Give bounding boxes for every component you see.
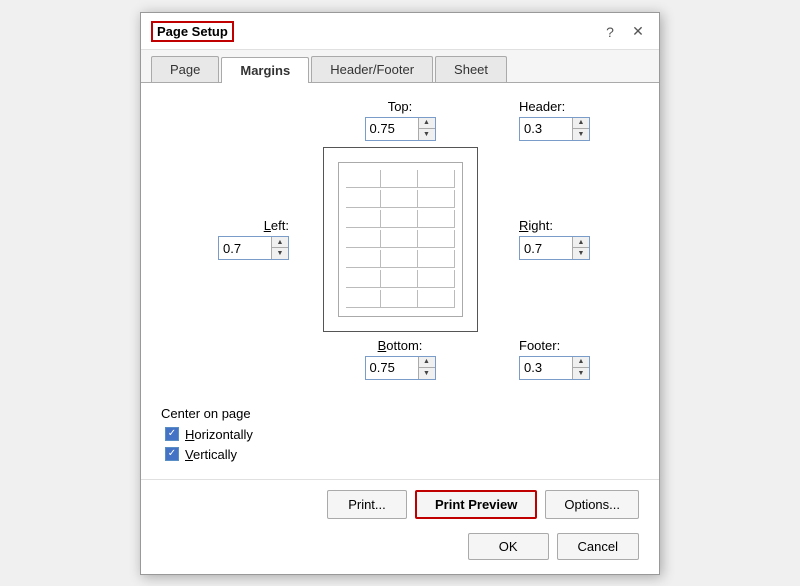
- page-table-preview: [346, 170, 455, 309]
- vertically-label: Vertically: [185, 447, 237, 462]
- center-on-page-section: Center on page ✓ Horizontally ✓ Vertical…: [161, 396, 639, 462]
- tab-bar: Page Margins Header/Footer Sheet: [141, 50, 659, 83]
- right-field-area: Right: 0.7 ▲ ▼: [499, 218, 590, 260]
- tab-sheet[interactable]: Sheet: [435, 56, 507, 82]
- checkmark-icon: ✓: [168, 429, 176, 439]
- title-bar: Page Setup ? ✕: [141, 13, 659, 50]
- top-down-btn[interactable]: ▼: [419, 129, 435, 140]
- header-up-btn[interactable]: ▲: [573, 118, 589, 129]
- top-up-btn[interactable]: ▲: [419, 118, 435, 129]
- right-down-btn[interactable]: ▼: [573, 248, 589, 259]
- ok-button[interactable]: OK: [468, 533, 549, 560]
- footer-spinner-btns: ▲ ▼: [572, 357, 589, 379]
- horizontally-checkbox[interactable]: ✓: [165, 427, 179, 441]
- footer-spinner[interactable]: 0.3 ▲ ▼: [519, 356, 590, 380]
- table-row: [346, 190, 455, 208]
- bottom-spinner-btns: ▲ ▼: [418, 357, 435, 379]
- table-row: [346, 250, 455, 268]
- left-field-area: LLeft:eft: 0.7 ▲ ▼: [218, 218, 301, 260]
- header-field-area: Header: 0.3 ▲ ▼: [499, 99, 590, 141]
- top-spinner-btns: ▲ ▼: [418, 118, 435, 140]
- tab-margins[interactable]: Margins: [221, 57, 309, 83]
- top-spinner[interactable]: 0.75 ▲ ▼: [365, 117, 436, 141]
- top-field-area: Top: 0.75 ▲ ▼: [365, 99, 436, 141]
- footer-field-area: Footer: 0.3 ▲ ▼: [499, 338, 590, 380]
- header-input[interactable]: 0.3: [520, 118, 572, 140]
- header-down-btn[interactable]: ▼: [573, 129, 589, 140]
- page-preview: [323, 147, 478, 332]
- action-buttons-row: Print... Print Preview Options...: [141, 479, 659, 529]
- cancel-button[interactable]: Cancel: [557, 533, 639, 560]
- bottom-field-area: Bottom: 0.75 ▲ ▼: [365, 338, 436, 380]
- footer-input[interactable]: 0.3: [520, 357, 572, 379]
- left-up-btn[interactable]: ▲: [272, 237, 288, 248]
- bottom-down-btn[interactable]: ▼: [419, 368, 435, 379]
- ok-cancel-row: OK Cancel: [141, 529, 659, 574]
- tab-page[interactable]: Page: [151, 56, 219, 82]
- right-spinner-btns: ▲ ▼: [572, 237, 589, 259]
- help-button[interactable]: ?: [599, 21, 621, 43]
- header-label: Header:: [519, 99, 565, 114]
- footer-down-btn[interactable]: ▼: [573, 368, 589, 379]
- table-row: [346, 290, 455, 308]
- header-spinner-btns: ▲ ▼: [572, 118, 589, 140]
- left-spinner[interactable]: 0.7 ▲ ▼: [218, 236, 289, 260]
- header-spinner[interactable]: 0.3 ▲ ▼: [519, 117, 590, 141]
- left-label: LLeft:eft:: [264, 218, 289, 233]
- left-spinner-btns: ▲ ▼: [271, 237, 288, 259]
- center-on-page-title: Center on page: [161, 406, 639, 421]
- dialog-title: Page Setup: [151, 21, 234, 42]
- bottom-input[interactable]: 0.75: [366, 357, 418, 379]
- print-preview-button[interactable]: Print Preview: [415, 490, 537, 519]
- footer-up-btn[interactable]: ▲: [573, 357, 589, 368]
- table-row: [346, 270, 455, 288]
- margins-layout: Top: 0.75 ▲ ▼ Header: 0.3 ▲ ▼: [161, 99, 639, 380]
- left-input[interactable]: 0.7: [219, 237, 271, 259]
- tab-header-footer[interactable]: Header/Footer: [311, 56, 433, 82]
- title-controls: ? ✕: [599, 21, 649, 43]
- close-button[interactable]: ✕: [627, 21, 649, 43]
- right-label: Right:: [519, 218, 553, 233]
- dialog-content: Top: 0.75 ▲ ▼ Header: 0.3 ▲ ▼: [141, 83, 659, 479]
- top-label: Top:: [388, 99, 413, 114]
- left-down-btn[interactable]: ▼: [272, 248, 288, 259]
- options-button[interactable]: Options...: [545, 490, 639, 519]
- checkmark-icon: ✓: [168, 449, 176, 459]
- bottom-spinner[interactable]: 0.75 ▲ ▼: [365, 356, 436, 380]
- page-setup-dialog: Page Setup ? ✕ Page Margins Header/Foote…: [140, 12, 660, 575]
- right-input[interactable]: 0.7: [520, 237, 572, 259]
- table-row: [346, 210, 455, 228]
- top-input[interactable]: 0.75: [366, 118, 418, 140]
- vertically-checkbox[interactable]: ✓: [165, 447, 179, 461]
- right-up-btn[interactable]: ▲: [573, 237, 589, 248]
- bottom-up-btn[interactable]: ▲: [419, 357, 435, 368]
- right-spinner[interactable]: 0.7 ▲ ▼: [519, 236, 590, 260]
- table-row: [346, 170, 455, 188]
- vertically-row: ✓ Vertically: [165, 447, 639, 462]
- bottom-label: Bottom:: [378, 338, 423, 353]
- print-button[interactable]: Print...: [327, 490, 407, 519]
- horizontally-row: ✓ Horizontally: [165, 427, 639, 442]
- footer-label: Footer:: [519, 338, 560, 353]
- table-row: [346, 230, 455, 248]
- horizontally-label: Horizontally: [185, 427, 253, 442]
